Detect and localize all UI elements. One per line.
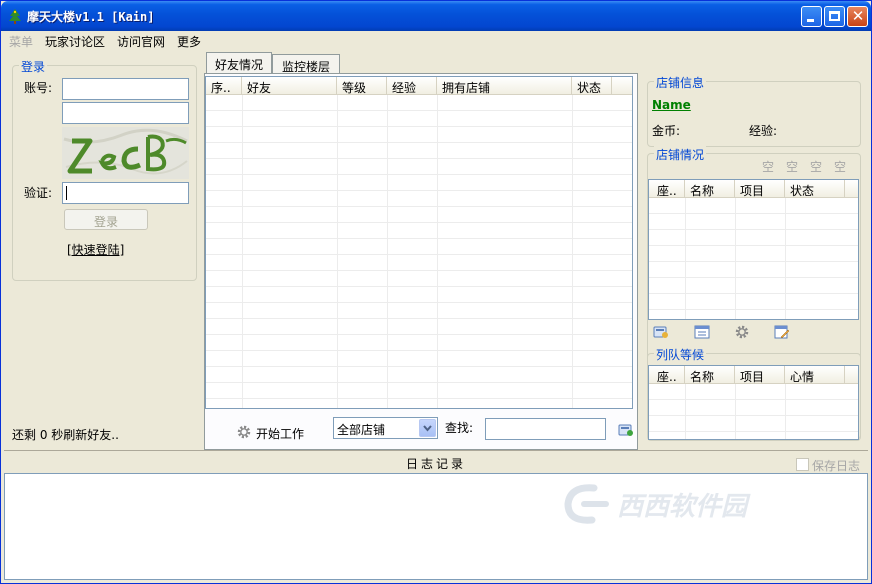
column-header[interactable]: 座..	[649, 180, 685, 198]
column-header[interactable]: 状态	[572, 77, 612, 95]
tab-monitor-floors[interactable]: 监控楼层	[272, 54, 340, 74]
shop-status-table[interactable]: 座.. 名称 项目 状态	[648, 179, 859, 320]
queue-header: 座.. 名称 项目 心情	[649, 366, 858, 384]
grid-line	[387, 95, 388, 408]
close-button[interactable]: ✕	[847, 6, 868, 27]
watermark-logo-icon	[564, 484, 609, 524]
gear-icon[interactable]	[236, 424, 252, 440]
quick-login-link[interactable]: [快速登陆]	[67, 241, 124, 258]
shop-status-grid	[649, 198, 858, 319]
watermark-text: 西西软件园	[617, 492, 748, 522]
queue-grid	[649, 384, 858, 439]
slot-3[interactable]: 空	[810, 158, 822, 175]
column-header[interactable]: 经验	[387, 77, 437, 95]
settings-icon[interactable]	[734, 324, 750, 340]
shop-info-title: 店铺信息	[654, 74, 707, 91]
column-header[interactable]: 名称	[685, 366, 735, 384]
queue-title: 列队等候	[654, 346, 707, 363]
account-label: 账号:	[24, 81, 53, 95]
login-button[interactable]: 登录	[64, 209, 148, 230]
menu-item-website[interactable]: 访问官网	[117, 33, 165, 50]
app-window: 摩天大楼v1.1 [Kain] ✕ 菜单 玩家讨论区 访问官网 更多 登录 账号…	[0, 0, 872, 584]
shop-add-icon[interactable]	[653, 324, 669, 340]
menu-item-menu[interactable]: 菜单	[9, 33, 33, 50]
friends-table-grid	[206, 95, 632, 408]
column-header[interactable]: 拥有店铺	[437, 77, 572, 95]
column-header[interactable]: 心情	[785, 366, 845, 384]
grid-line	[785, 198, 786, 319]
save-log-checkbox[interactable]	[796, 458, 809, 471]
column-header[interactable]: 序..	[206, 77, 242, 95]
search-input[interactable]	[485, 418, 606, 440]
minimize-icon	[807, 19, 814, 22]
exp-label: 经验:	[749, 124, 778, 138]
search-go-icon[interactable]	[618, 422, 634, 438]
column-header[interactable]: 好友	[242, 77, 337, 95]
grid-line	[785, 384, 786, 439]
login-group-title: 登录	[19, 58, 48, 75]
grid-line	[337, 95, 338, 408]
captcha-image[interactable]	[62, 127, 189, 179]
grid-line	[437, 95, 438, 408]
text-caret	[66, 186, 67, 200]
save-log-label[interactable]: 保存日志	[812, 457, 860, 474]
maximize-icon	[829, 11, 840, 21]
list-icon[interactable]	[694, 324, 710, 340]
queue-table[interactable]: 座.. 名称 项目 心情	[648, 365, 859, 440]
account-input[interactable]	[62, 78, 189, 100]
shop-status-title: 店铺情况	[654, 146, 707, 163]
shop-filter-select[interactable]: 全部店铺	[333, 417, 438, 439]
shop-filter-value: 全部店铺	[337, 423, 386, 437]
search-label: 查找:	[445, 421, 474, 435]
grid-line	[685, 198, 686, 319]
password-input[interactable]	[62, 102, 189, 124]
menu-bar: 菜单 玩家讨论区 访问官网 更多	[1, 31, 871, 49]
verify-input[interactable]	[62, 182, 189, 204]
column-header[interactable]: 项目	[735, 180, 785, 198]
edit-icon[interactable]	[774, 324, 790, 340]
shop-name-link[interactable]: Name	[652, 98, 691, 112]
column-header[interactable]: 状态	[785, 180, 845, 198]
column-header[interactable]: 项目	[735, 366, 785, 384]
menu-item-forum[interactable]: 玩家讨论区	[45, 33, 105, 50]
divider	[4, 450, 868, 451]
friends-table-header: 序.. 好友 等级 经验 拥有店铺 状态	[206, 77, 632, 95]
column-header[interactable]: 座..	[649, 366, 685, 384]
verify-label: 验证:	[24, 186, 53, 200]
slot-1[interactable]: 空	[762, 158, 774, 175]
grid-line	[572, 95, 573, 408]
friends-table[interactable]: 序.. 好友 等级 经验 拥有店铺 状态	[205, 76, 633, 409]
close-icon: ✕	[851, 7, 865, 25]
log-textarea[interactable]: 西西软件园	[4, 473, 868, 580]
grid-line	[685, 384, 686, 439]
slot-4[interactable]: 空	[834, 158, 846, 175]
grid-line	[735, 384, 736, 439]
tree-icon	[9, 9, 21, 24]
minimize-button[interactable]	[801, 6, 822, 27]
refresh-status-text: 还剩 0 秒刷新好友..	[12, 428, 119, 442]
window-title: 摩天大楼v1.1 [Kain]	[27, 10, 155, 24]
column-header[interactable]: 等级	[337, 77, 387, 95]
slot-2[interactable]: 空	[786, 158, 798, 175]
grid-line	[242, 95, 243, 408]
shop-status-header: 座.. 名称 项目 状态	[649, 180, 858, 198]
title-bar[interactable]: 摩天大楼v1.1 [Kain] ✕	[1, 1, 871, 31]
chevron-down-icon[interactable]	[419, 419, 436, 437]
menu-item-more[interactable]: 更多	[177, 33, 201, 50]
tab-friends[interactable]: 好友情况	[206, 52, 272, 73]
log-title: 日志记录	[406, 457, 467, 471]
column-header[interactable]: 名称	[685, 180, 735, 198]
gold-label: 金币:	[652, 124, 681, 138]
maximize-button[interactable]	[824, 6, 845, 27]
grid-line	[735, 198, 736, 319]
start-work-button[interactable]: 开始工作	[256, 425, 304, 442]
